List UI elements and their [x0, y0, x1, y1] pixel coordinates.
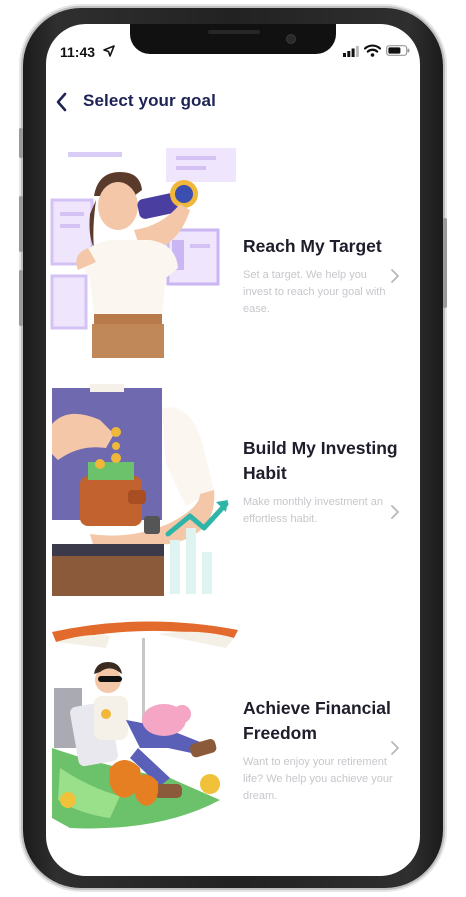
volume-down-button	[19, 270, 23, 326]
speaker-grille	[208, 30, 260, 34]
battery-icon	[386, 45, 410, 56]
volume-up-button	[19, 196, 23, 252]
device-notch	[130, 24, 336, 54]
front-camera	[286, 34, 296, 44]
goal-title: Build My Investing Habit	[243, 438, 398, 483]
chevron-right-icon	[391, 269, 399, 283]
goal-card-reach-target[interactable]: Reach My Target Set a target. We help yo…	[46, 144, 420, 364]
goal-card-financial-freedom[interactable]: Achieve Financial Freedom Want to enjoy …	[46, 618, 420, 836]
financial-freedom-illustration	[52, 621, 238, 829]
wifi-icon	[364, 44, 381, 57]
back-chevron-icon[interactable]	[52, 90, 72, 114]
power-button	[443, 218, 447, 308]
goal-description: Set a target. We help you invest to reac…	[243, 269, 386, 315]
app-screen: 11:43 Select your goal Reach My Target S…	[46, 24, 420, 876]
goal-card-investing-habit[interactable]: Build My Investing Habit Make monthly in…	[46, 384, 420, 598]
silent-switch	[19, 128, 23, 158]
location-arrow-icon	[103, 45, 115, 57]
status-time: 11:43	[60, 44, 96, 60]
chevron-right-icon	[391, 505, 399, 519]
goal-title: Achieve Financial Freedom	[243, 698, 391, 743]
goal-description: Make monthly investment an effortless ha…	[243, 496, 384, 525]
reach-target-illustration	[50, 148, 236, 358]
page-header: Select your goal	[46, 84, 420, 120]
investing-habit-illustration	[52, 384, 229, 596]
signal-icon	[343, 46, 359, 57]
chevron-right-icon	[391, 741, 399, 755]
page-title: Select your goal	[83, 91, 216, 110]
goal-description: Want to enjoy your retirement life? We h…	[243, 756, 393, 802]
goal-title: Reach My Target	[243, 236, 382, 256]
